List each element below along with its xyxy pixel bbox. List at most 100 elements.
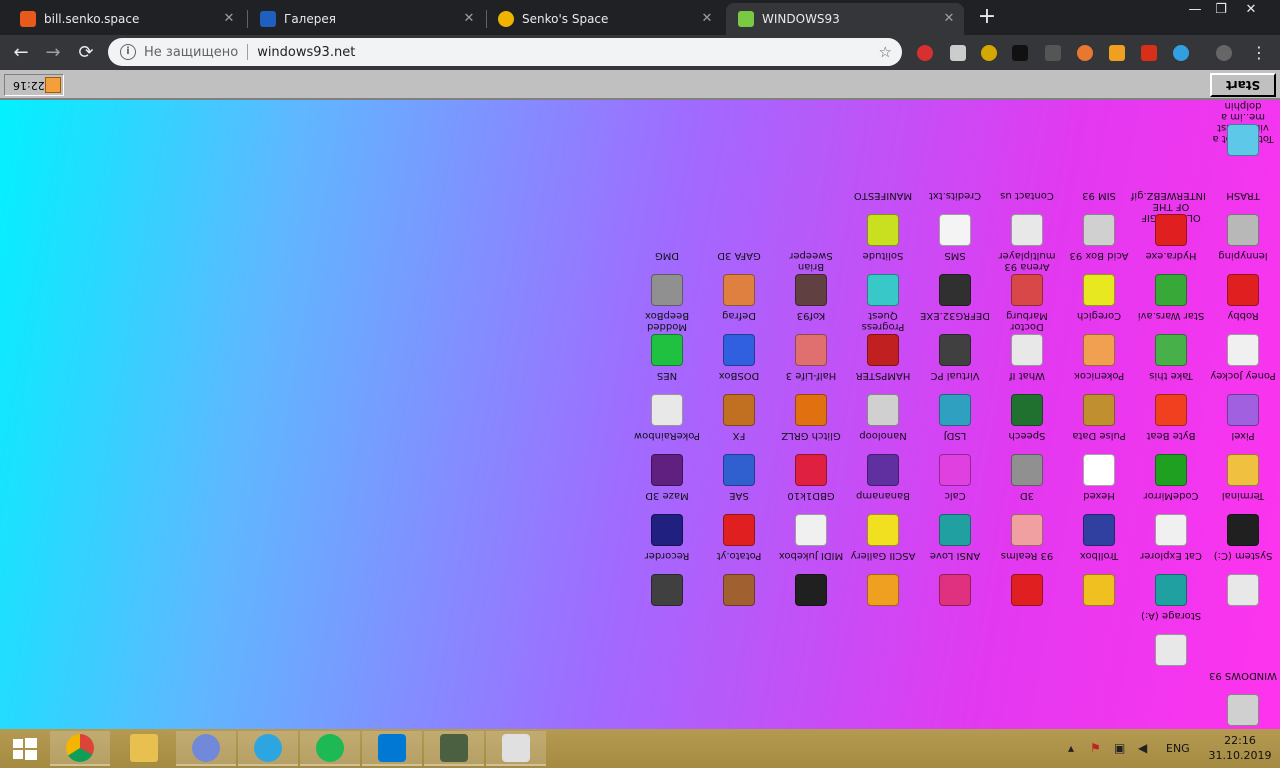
close-window-button[interactable]: ✕ bbox=[1238, 2, 1264, 20]
desktop-icon[interactable]: SIM 93 bbox=[1068, 190, 1130, 248]
desktop-icon[interactable]: HAMPSTER bbox=[852, 370, 914, 428]
desktop-icon[interactable]: Kof93 bbox=[780, 310, 842, 368]
desktop-icon[interactable]: Pixel bbox=[1212, 430, 1274, 488]
desktop-icon[interactable]: Pulse Data bbox=[1068, 430, 1130, 488]
desktop-icon[interactable]: SAE bbox=[708, 490, 770, 548]
windows-start-button[interactable] bbox=[0, 729, 50, 768]
desktop-icon[interactable]: Recorder bbox=[636, 550, 698, 608]
speaker-icon[interactable]: ◀ bbox=[1138, 742, 1152, 755]
desktop-icon[interactable]: Half-Life 3 bbox=[780, 370, 842, 428]
extension-icon[interactable] bbox=[1173, 45, 1189, 61]
desktop-icon[interactable]: Credits.txt bbox=[924, 190, 986, 248]
desktop-icon[interactable]: Potato.yt bbox=[708, 550, 770, 608]
desktop-icon[interactable]: 93 Realms bbox=[996, 550, 1058, 608]
bookmark-star-icon[interactable]: ☆ bbox=[879, 43, 892, 61]
desktop-icon[interactable]: Poney Jockey bbox=[1210, 370, 1276, 428]
desktop-icon[interactable]: Maze 3D bbox=[636, 490, 698, 548]
desktop-icon[interactable]: PokeRainbow bbox=[634, 430, 700, 488]
desktop-icon[interactable]: SMS bbox=[924, 250, 986, 308]
desktop-icon[interactable]: Defrag bbox=[708, 310, 770, 368]
desktop-icon[interactable]: Acid Box 93 bbox=[1068, 250, 1130, 308]
desktop-icon[interactable]: WINDOWS 93 bbox=[1209, 670, 1277, 728]
desktop-icon[interactable]: lennyping bbox=[1212, 250, 1274, 308]
desktop-icon[interactable]: TRASH bbox=[1212, 190, 1274, 248]
extension-icon[interactable] bbox=[1012, 45, 1028, 61]
desktop-icon[interactable]: Modded BeepBox bbox=[636, 310, 698, 368]
desktop-icon[interactable]: Arena 93 multiplayer bbox=[996, 250, 1058, 308]
close-tab-icon[interactable]: ✕ bbox=[700, 12, 714, 26]
desktop-icon[interactable]: Virtual PC bbox=[924, 370, 986, 428]
taskbar-telegram[interactable] bbox=[238, 731, 298, 766]
taskbar-paint-app[interactable] bbox=[486, 731, 546, 766]
url-text[interactable]: windows93.net bbox=[257, 45, 355, 60]
reload-button[interactable]: ⟳ bbox=[73, 40, 99, 66]
extension-icon[interactable] bbox=[1141, 45, 1157, 61]
desktop-icon[interactable]: MANIFESTO bbox=[852, 190, 914, 248]
desktop-icon[interactable]: System (C:) bbox=[1212, 550, 1274, 608]
tab-bill-senko[interactable]: bill.senko.space ✕ bbox=[8, 3, 244, 35]
menu-icon[interactable]: ⋮ bbox=[1246, 40, 1272, 66]
desktop-icon[interactable]: Star Wars.avi bbox=[1138, 310, 1204, 368]
desktop-icon[interactable]: DEFRG32.EXE bbox=[920, 310, 990, 368]
desktop-icon[interactable]: Hydra.exe bbox=[1140, 250, 1202, 308]
desktop-icon[interactable]: Speech bbox=[996, 430, 1058, 488]
desktop-icon[interactable]: What If bbox=[996, 370, 1058, 428]
taskbar-game-app[interactable] bbox=[424, 731, 484, 766]
desktop-icon[interactable]: Calc bbox=[924, 490, 986, 548]
close-tab-icon[interactable]: ✕ bbox=[222, 12, 236, 26]
extension-icon[interactable] bbox=[981, 45, 997, 61]
desktop-icon[interactable]: MIDI Jukebox bbox=[779, 550, 843, 608]
extension-icon[interactable] bbox=[950, 45, 966, 61]
desktop-icon[interactable]: Coregich bbox=[1068, 310, 1130, 368]
desktop-icon[interactable]: DMG bbox=[636, 250, 698, 308]
w93-start-button[interactable]: Start bbox=[1210, 73, 1276, 97]
desktop-icon[interactable]: Doctor Marburg bbox=[996, 310, 1058, 368]
desktop-icon[interactable]: Terminal bbox=[1212, 490, 1274, 548]
desktop-icon[interactable]: 3D bbox=[996, 490, 1058, 548]
taskbar-discord[interactable] bbox=[176, 731, 236, 766]
desktop-icon[interactable]: ANSI Love bbox=[924, 550, 986, 608]
minimize-button[interactable]: — bbox=[1182, 2, 1208, 20]
profile-avatar[interactable] bbox=[1216, 45, 1232, 61]
network-icon[interactable]: ▣ bbox=[1114, 742, 1128, 755]
taskbar-chrome[interactable] bbox=[50, 731, 110, 766]
desktop-icon[interactable]: NES bbox=[636, 370, 698, 428]
adblock-extension-icon[interactable] bbox=[917, 45, 933, 61]
info-icon[interactable]: i bbox=[120, 44, 136, 60]
back-button[interactable]: ← bbox=[8, 40, 34, 66]
taskbar-spotify[interactable] bbox=[300, 731, 360, 766]
forward-button[interactable]: → bbox=[40, 40, 66, 66]
desktop-icon[interactable]: DOSBox bbox=[708, 370, 770, 428]
extension-icon[interactable] bbox=[1109, 45, 1125, 61]
desktop-icon[interactable]: Hexed bbox=[1068, 490, 1130, 548]
taskbar-vscode[interactable] bbox=[362, 731, 422, 766]
desktop-icon[interactable]: Glitch GRLZ bbox=[780, 430, 842, 488]
w93-clock[interactable]: 22:16 bbox=[4, 74, 64, 96]
extension-icon[interactable] bbox=[1045, 45, 1061, 61]
tab-senkos-space[interactable]: Senko's Space ✕ bbox=[486, 3, 722, 35]
desktop-icon[interactable]: CodeMirror bbox=[1140, 490, 1202, 548]
desktop-icon[interactable]: Brian Sweeper bbox=[780, 250, 842, 308]
system-clock[interactable]: 22:16 31.10.2019 bbox=[1204, 733, 1276, 763]
taskbar-file-explorer[interactable] bbox=[114, 731, 174, 766]
chevron-up-icon[interactable]: ▴ bbox=[1068, 742, 1082, 755]
desktop-icon[interactable]: Storage (A:) bbox=[1140, 610, 1202, 668]
desktop-icon[interactable]: Totally not a virus.Trust me..im a dolph… bbox=[1212, 100, 1274, 158]
desktop-icon[interactable]: OLDEST GIF OF THE INTERWEBZ.gif bbox=[1131, 190, 1206, 248]
desktop-icon[interactable]: Trollbox bbox=[1068, 550, 1130, 608]
extension-icon[interactable] bbox=[1077, 45, 1093, 61]
desktop-icon[interactable]: Pokeпісок bbox=[1068, 370, 1130, 428]
new-tab-button[interactable]: + bbox=[976, 6, 998, 28]
desktop-icon[interactable]: Take this bbox=[1140, 370, 1202, 428]
desktop-icon[interactable]: Byte Beat bbox=[1140, 430, 1202, 488]
desktop-icon[interactable]: GBD1k10 bbox=[780, 490, 842, 548]
desktop-icon[interactable]: LSDJ bbox=[924, 430, 986, 488]
desktop-icon[interactable]: Cat Explorer bbox=[1140, 550, 1202, 608]
desktop-icon[interactable]: FX bbox=[708, 430, 770, 488]
desktop-icon[interactable]: Bananamp bbox=[852, 490, 914, 548]
tab-gallery[interactable]: Галерея ✕ bbox=[248, 3, 484, 35]
close-tab-icon[interactable]: ✕ bbox=[942, 12, 956, 26]
desktop-icon[interactable]: Nanoloop bbox=[852, 430, 914, 488]
address-bar[interactable]: i Не защищено windows93.net ☆ bbox=[108, 38, 902, 66]
desktop-icon[interactable]: Robby bbox=[1212, 310, 1274, 368]
